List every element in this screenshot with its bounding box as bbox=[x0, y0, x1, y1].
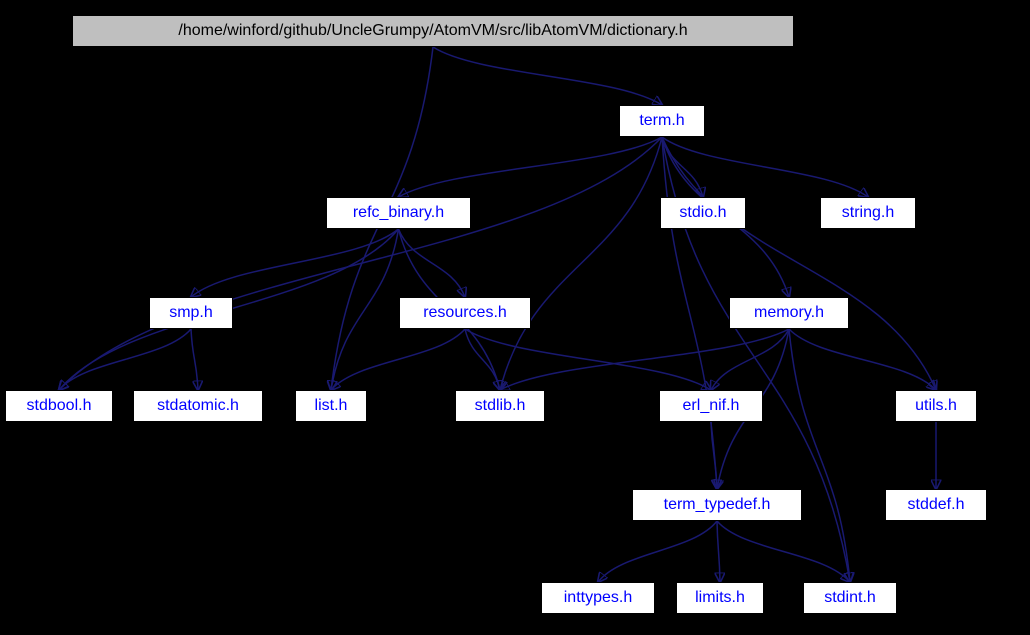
node-stddef-h[interactable]: stddef.h bbox=[885, 489, 987, 521]
edge-term-h-to-stdbool-h bbox=[59, 137, 662, 390]
node-label: stdatomic.h bbox=[157, 397, 239, 415]
edge-term-h-to-term-typedef-h bbox=[662, 137, 717, 489]
edge-term-typedef-h-to-stdint-h bbox=[717, 521, 850, 582]
node-label: stdio.h bbox=[679, 204, 726, 222]
node-stdlib-h[interactable]: stdlib.h bbox=[455, 390, 545, 422]
node-label: stdint.h bbox=[824, 589, 876, 607]
node-label: utils.h bbox=[915, 397, 957, 415]
node-resources-h[interactable]: resources.h bbox=[399, 297, 531, 329]
edge-dictionary-h-to-term-h bbox=[433, 47, 662, 105]
node-stdbool-h[interactable]: stdbool.h bbox=[5, 390, 113, 422]
edge-refc-binary-h-to-smp-h bbox=[191, 229, 399, 297]
node-utils-h[interactable]: utils.h bbox=[895, 390, 977, 422]
node-smp-h[interactable]: smp.h bbox=[149, 297, 233, 329]
edge-erl-nif-h-to-term-typedef-h bbox=[711, 422, 717, 489]
edge-term-h-to-utils-h bbox=[662, 137, 936, 390]
edge-resources-h-to-erl-nif-h bbox=[465, 329, 711, 390]
edge-term-typedef-h-to-limits-h bbox=[717, 521, 720, 582]
edge-resources-h-to-stdlib-h bbox=[465, 329, 500, 390]
node-stdio-h[interactable]: stdio.h bbox=[660, 197, 746, 229]
node-term-typedef-h[interactable]: term_typedef.h bbox=[632, 489, 802, 521]
edge-memory-h-to-utils-h bbox=[789, 329, 936, 390]
node-label: limits.h bbox=[695, 589, 745, 607]
node-label: smp.h bbox=[169, 304, 213, 322]
node-term-h[interactable]: term.h bbox=[619, 105, 705, 137]
node-dictionary-h: /home/winford/github/UncleGrumpy/AtomVM/… bbox=[72, 15, 794, 47]
edge-refc-binary-h-to-resources-h bbox=[399, 229, 466, 297]
node-label: inttypes.h bbox=[564, 589, 632, 607]
edge-memory-h-to-erl-nif-h bbox=[711, 329, 789, 390]
node-list-h[interactable]: list.h bbox=[295, 390, 367, 422]
node-label: list.h bbox=[315, 397, 348, 415]
edge-term-h-to-string-h bbox=[662, 137, 868, 197]
edge-memory-h-to-stdint-h bbox=[789, 329, 850, 582]
node-refc-binary-h[interactable]: refc_binary.h bbox=[326, 197, 471, 229]
node-label: term_typedef.h bbox=[664, 496, 771, 514]
node-label: stddef.h bbox=[908, 496, 965, 514]
edge-term-typedef-h-to-inttypes-h bbox=[598, 521, 717, 582]
edge-term-h-to-refc-binary-h bbox=[399, 137, 663, 197]
node-label: refc_binary.h bbox=[353, 204, 444, 222]
node-string-h[interactable]: string.h bbox=[820, 197, 916, 229]
edge-refc-binary-h-to-list-h bbox=[331, 229, 399, 390]
node-label: resources.h bbox=[423, 304, 507, 322]
node-memory-h[interactable]: memory.h bbox=[729, 297, 849, 329]
node-stdatomic-h[interactable]: stdatomic.h bbox=[133, 390, 263, 422]
node-label: term.h bbox=[639, 112, 684, 130]
edge-term-h-to-stdio-h bbox=[662, 137, 703, 197]
node-limits-h[interactable]: limits.h bbox=[676, 582, 764, 614]
edge-term-h-to-stdlib-h bbox=[500, 137, 662, 390]
node-stdint-h[interactable]: stdint.h bbox=[803, 582, 897, 614]
node-label: stdlib.h bbox=[475, 397, 526, 415]
node-erl-nif-h[interactable]: erl_nif.h bbox=[659, 390, 763, 422]
edge-smp-h-to-stdbool-h bbox=[59, 329, 191, 390]
node-label: string.h bbox=[842, 204, 894, 222]
node-label: /home/winford/github/UncleGrumpy/AtomVM/… bbox=[178, 22, 687, 40]
edge-memory-h-to-stdlib-h bbox=[500, 329, 789, 390]
edge-resources-h-to-list-h bbox=[331, 329, 465, 390]
node-label: memory.h bbox=[754, 304, 824, 322]
edge-smp-h-to-stdatomic-h bbox=[191, 329, 198, 390]
node-label: stdbool.h bbox=[27, 397, 92, 415]
node-label: erl_nif.h bbox=[683, 397, 740, 415]
node-inttypes-h[interactable]: inttypes.h bbox=[541, 582, 655, 614]
dependency-graph: /home/winford/github/UncleGrumpy/AtomVM/… bbox=[0, 0, 1030, 635]
